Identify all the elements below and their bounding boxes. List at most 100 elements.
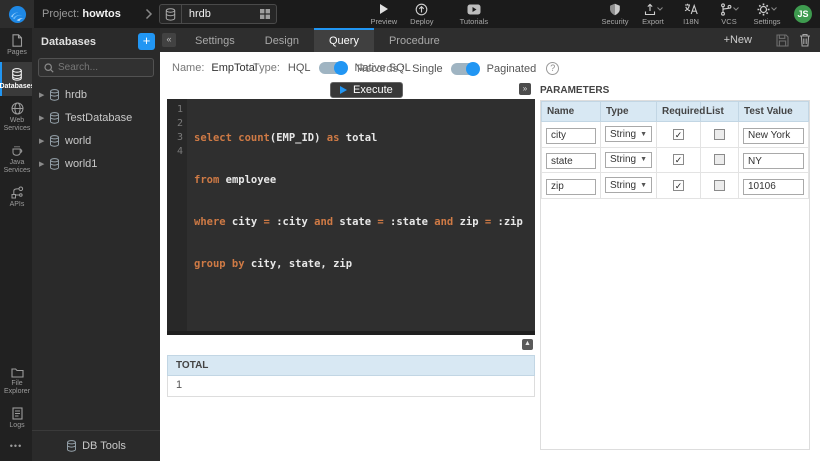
expand-caret-icon[interactable]: ▶: [39, 91, 49, 99]
database-icon: [49, 135, 60, 147]
database-name: world: [65, 135, 91, 147]
type-option-hql[interactable]: HQL: [288, 62, 311, 74]
tutorials-button[interactable]: Tutorials: [457, 3, 491, 26]
query-editor-main: Name: EmpTotal Type: HQL Native SQL Reco…: [160, 52, 820, 461]
expand-caret-icon[interactable]: ▶: [39, 114, 49, 122]
app-window: Project: howtos hrdb: [0, 0, 820, 461]
database-name: world1: [65, 158, 97, 170]
export-button[interactable]: Export: [636, 3, 670, 26]
deploy-button[interactable]: Deploy: [405, 3, 439, 26]
database-search-box[interactable]: [38, 58, 154, 77]
list-checkbox[interactable]: [714, 180, 725, 191]
tab-design[interactable]: Design: [250, 28, 314, 52]
security-button[interactable]: Security: [598, 3, 632, 26]
required-checkbox[interactable]: ✓: [673, 154, 684, 165]
list-checkbox[interactable]: [714, 129, 725, 140]
collapse-results-button[interactable]: ▲: [522, 339, 533, 350]
parameters-collapse-button[interactable]: »: [519, 83, 531, 95]
col-type: Type: [601, 102, 657, 122]
databases-panel: Databases + ▶ hrdb ▶: [32, 28, 160, 461]
search-input[interactable]: [58, 62, 148, 73]
param-test-value-input[interactable]: [743, 179, 804, 195]
project-breadcrumb: Project: howtos: [42, 8, 121, 20]
vcs-button[interactable]: VCS: [712, 3, 746, 26]
list-checkbox[interactable]: [714, 154, 725, 165]
records-toggle[interactable]: [451, 63, 479, 75]
expand-caret-icon[interactable]: ▶: [39, 160, 49, 168]
param-type-select[interactable]: String▼: [605, 126, 652, 142]
sql-code-editor[interactable]: 1 2 3 4 select count(EMP_ID) as total fr…: [167, 99, 535, 335]
param-test-value-input[interactable]: [743, 128, 804, 144]
records-option-single[interactable]: Single: [412, 63, 443, 75]
apis-icon: [11, 186, 24, 199]
required-checkbox[interactable]: ✓: [673, 180, 684, 191]
param-type-select[interactable]: String▼: [605, 152, 652, 168]
save-button[interactable]: [776, 34, 789, 47]
brand-logo[interactable]: [0, 0, 34, 28]
param-name-input[interactable]: [546, 179, 596, 195]
records-option-paginated[interactable]: Paginated: [487, 63, 537, 75]
execute-label: Execute: [353, 84, 393, 96]
toggle-knob: [466, 62, 480, 76]
settings-chevron-icon: [771, 7, 777, 11]
delete-query-button[interactable]: [799, 33, 811, 47]
app-selector-dropdown[interactable]: hrdb: [159, 4, 277, 24]
sidebar-item-pages[interactable]: Pages: [0, 28, 32, 62]
parameters-title: PARAMETERS: [540, 85, 609, 96]
collapse-panel-button[interactable]: «: [162, 33, 176, 47]
database-tree-item-world[interactable]: ▶ world: [32, 129, 160, 152]
line-number: 2: [167, 117, 183, 131]
database-icon: [49, 112, 60, 124]
execute-button[interactable]: Execute: [330, 82, 403, 98]
tab-query[interactable]: Query: [314, 28, 374, 52]
code-line: select count(EMP_ID) as total: [194, 131, 535, 145]
settings-button[interactable]: Settings: [750, 3, 784, 26]
preview-button[interactable]: Preview: [367, 3, 401, 26]
settings-gear-icon: [757, 3, 777, 16]
web-services-globe-icon: [11, 102, 24, 115]
sidebar-item-databases[interactable]: Databases: [0, 62, 32, 96]
databases-panel-header: Databases +: [32, 28, 160, 55]
sidebar-item-apis[interactable]: APIs: [0, 180, 32, 214]
expand-caret-icon[interactable]: ▶: [39, 137, 49, 145]
databases-panel-title: Databases: [41, 36, 138, 48]
sidebar-item-file-explorer[interactable]: File Explorer: [0, 361, 32, 401]
param-name-input[interactable]: [546, 128, 596, 144]
database-tree-item-testdatabase[interactable]: ▶ TestDatabase: [32, 106, 160, 129]
database-icon: [160, 5, 182, 23]
tab-procedure[interactable]: Procedure: [374, 28, 455, 52]
rail-more-button[interactable]: •••: [0, 435, 32, 461]
chevron-down-icon: ▼: [640, 182, 647, 189]
breadcrumb-chevron-icon: [145, 8, 153, 20]
project-name: howtos: [82, 8, 121, 20]
databases-icon: [11, 68, 23, 81]
sidebar-item-logs[interactable]: Logs: [0, 401, 32, 435]
line-number: 4: [167, 145, 183, 159]
add-database-button[interactable]: +: [138, 33, 155, 50]
wavemaker-logo-icon: [8, 5, 27, 24]
database-icon: [49, 89, 60, 101]
col-list: List: [701, 102, 739, 122]
db-tools-button[interactable]: DB Tools: [32, 430, 160, 461]
i18n-button[interactable]: I18N: [674, 3, 708, 26]
database-tree-item-hrdb[interactable]: ▶ hrdb: [32, 83, 160, 106]
help-icon[interactable]: ?: [546, 62, 559, 75]
tab-settings[interactable]: Settings: [180, 28, 250, 52]
type-toggle[interactable]: [319, 62, 347, 74]
param-test-value-input[interactable]: [743, 153, 804, 169]
required-checkbox[interactable]: ✓: [673, 129, 684, 140]
sidebar-item-web-services[interactable]: Web Services: [0, 96, 32, 138]
new-query-button[interactable]: +New: [724, 34, 752, 46]
database-tree-item-world1[interactable]: ▶ world1: [32, 152, 160, 175]
col-name: Name: [542, 102, 601, 122]
param-type-select[interactable]: String▼: [605, 177, 652, 193]
sidebar-item-java-services[interactable]: Java Services: [0, 138, 32, 180]
database-icon: [49, 158, 60, 170]
database-name: hrdb: [65, 89, 87, 101]
app-grid-icon[interactable]: [259, 8, 276, 20]
user-avatar[interactable]: JS: [794, 5, 812, 23]
left-rail: Pages Databases Web Services: [0, 28, 32, 461]
name-value[interactable]: EmpTotal: [211, 62, 257, 74]
param-name-input[interactable]: [546, 153, 596, 169]
app-selector-value: hrdb: [182, 8, 259, 20]
